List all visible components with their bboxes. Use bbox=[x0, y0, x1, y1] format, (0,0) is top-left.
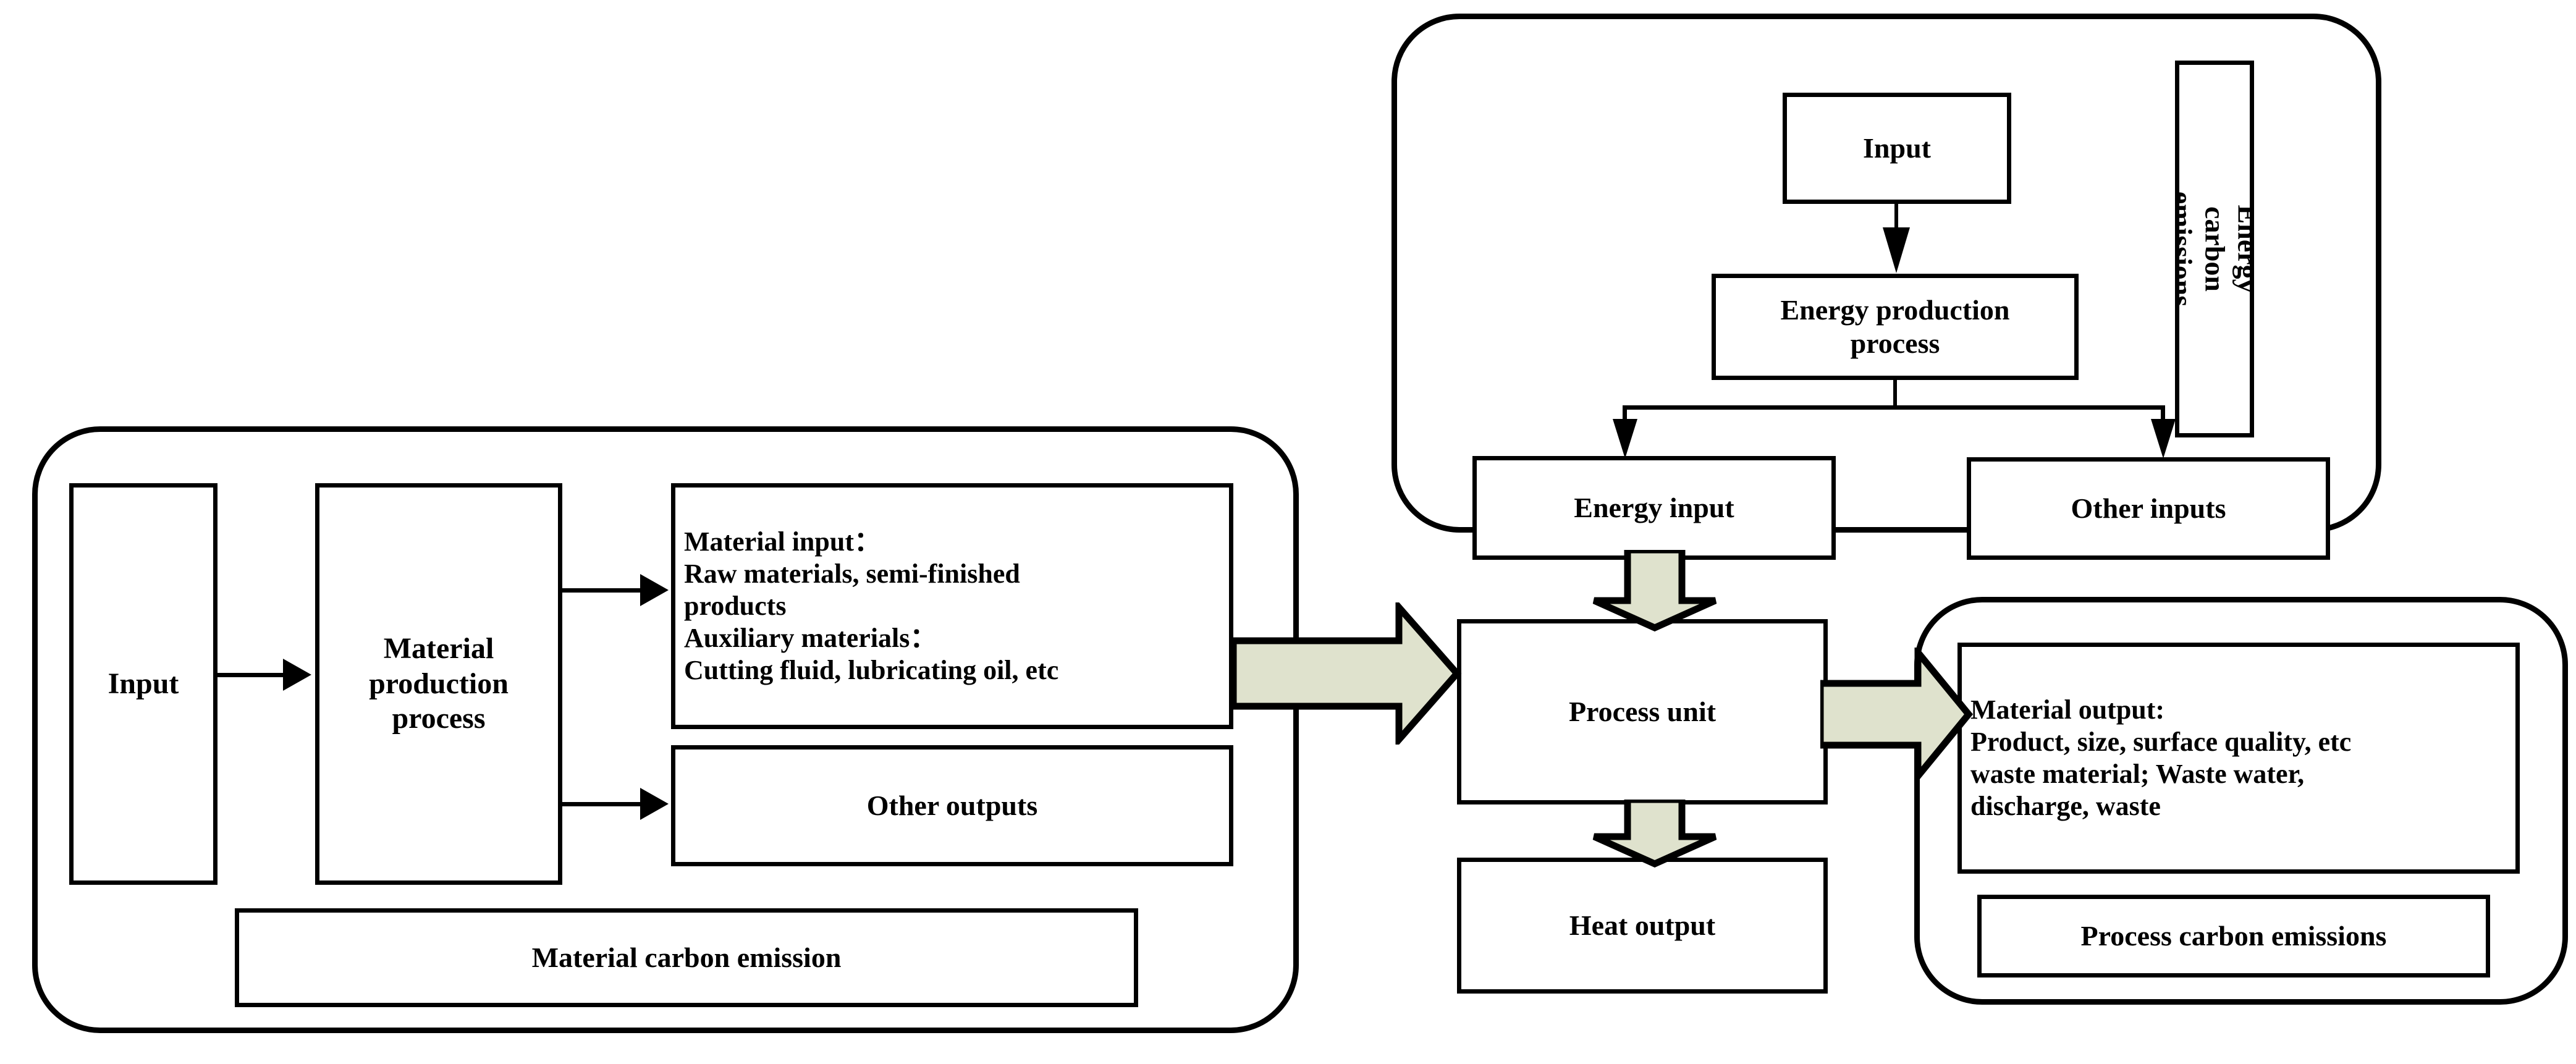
energy-input-label: Energy input bbox=[1574, 491, 1734, 523]
material-carbon-emission-label: Material carbon emission bbox=[531, 941, 842, 973]
material-process-to-material-input-arrow-head bbox=[640, 574, 669, 606]
other-outputs-box: Other outputs bbox=[671, 745, 1233, 866]
other-outputs-label: Other outputs bbox=[866, 789, 1038, 821]
process-carbon-emissions-label: Process carbon emissions bbox=[2080, 919, 2387, 952]
material-input-source-box: Input bbox=[69, 483, 217, 885]
material-output-box: Material output: Product, size, surface … bbox=[1957, 643, 2520, 874]
material-production-process-box: Material production process bbox=[315, 483, 562, 885]
material-process-to-other-outputs-arrow-stem bbox=[562, 802, 643, 806]
energy-process-branch-bus bbox=[1623, 405, 2165, 410]
energy-process-branch-stem bbox=[1893, 380, 1897, 408]
input-to-material-process-arrow-head bbox=[283, 659, 311, 691]
process-unit-box: Process unit bbox=[1457, 619, 1828, 804]
energy-process-to-other-inputs-arrow-head bbox=[2151, 419, 2176, 458]
other-inputs-box: Other inputs bbox=[1967, 457, 2330, 560]
energy-carbon-emissions-label: Energy carbon emissions bbox=[2175, 191, 2254, 307]
energy-input-to-energy-process-arrow-head bbox=[1883, 227, 1910, 273]
material-process-to-other-outputs-arrow-head bbox=[640, 788, 669, 820]
output-flow-arrow bbox=[1820, 648, 1974, 781]
input-to-material-process-arrow-stem bbox=[217, 673, 285, 677]
material-production-process-label: Material production process bbox=[369, 632, 509, 735]
material-process-to-material-input-arrow-stem bbox=[562, 588, 643, 593]
material-output-label: Material output: Product, size, surface … bbox=[1970, 695, 2352, 821]
diagram-canvas: Input Energy production process Energy i… bbox=[0, 0, 2576, 1064]
heat-flow-arrow bbox=[1589, 800, 1720, 868]
energy-input-box: Energy input bbox=[1472, 456, 1836, 560]
energy-input-source-box: Input bbox=[1783, 93, 2011, 204]
energy-production-process-label: Energy production process bbox=[1780, 293, 2010, 359]
material-flow-arrow bbox=[1233, 602, 1462, 745]
material-input-source-label: Input bbox=[108, 667, 179, 700]
energy-carbon-emissions-box: Energy carbon emissions bbox=[2175, 61, 2254, 437]
heat-output-box: Heat output bbox=[1457, 858, 1828, 994]
heat-output-label: Heat output bbox=[1569, 909, 1716, 941]
material-input-detail-label: Material input： Raw materials, semi-fini… bbox=[684, 526, 1059, 685]
material-carbon-emission-box: Material carbon emission bbox=[235, 908, 1138, 1007]
process-unit-label: Process unit bbox=[1568, 695, 1717, 727]
energy-process-to-energy-input-arrow-head bbox=[1613, 419, 1637, 458]
other-inputs-label: Other inputs bbox=[2071, 492, 2226, 524]
energy-production-process-box: Energy production process bbox=[1712, 274, 2079, 380]
energy-input-source-label: Input bbox=[1863, 132, 1931, 164]
energy-flow-arrow bbox=[1589, 550, 1720, 631]
process-carbon-emissions-box: Process carbon emissions bbox=[1977, 895, 2490, 977]
energy-input-to-energy-process-arrow-stem bbox=[1894, 204, 1898, 230]
material-input-detail-box: Material input： Raw materials, semi-fini… bbox=[671, 483, 1233, 729]
